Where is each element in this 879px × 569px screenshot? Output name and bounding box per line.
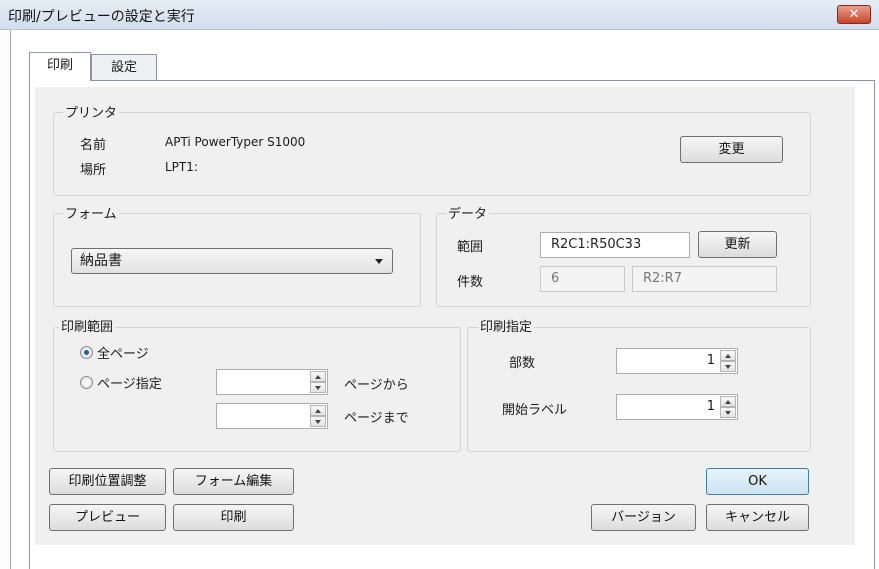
close-icon[interactable]: ✕ — [837, 5, 871, 24]
spin-up-icon[interactable] — [310, 371, 326, 382]
chevron-down-icon — [375, 259, 383, 264]
print-spec-group — [467, 327, 811, 452]
data-count-range-field: R2:R7 — [632, 266, 777, 292]
page-to-suffix: ページまで — [344, 411, 409, 426]
preview-button[interactable]: プレビュー — [49, 504, 166, 531]
version-button[interactable]: バージョン — [591, 504, 696, 531]
data-count-field: 6 — [540, 266, 625, 292]
data-count-label: 件数 — [457, 275, 484, 290]
spin-up-icon[interactable] — [310, 405, 326, 416]
tab-print[interactable]: 印刷 — [29, 52, 91, 81]
print-dialog-window: 印刷/プレビューの設定と実行 ✕ 印刷 設定 プリンタ 名前 APTi Powe… — [0, 0, 879, 569]
page-spec-label[interactable]: ページ指定 — [97, 373, 162, 392]
spin-down-icon[interactable] — [720, 407, 736, 418]
form-group-label: フォーム — [63, 203, 119, 222]
printer-location-label: 場所 — [80, 163, 107, 178]
update-button[interactable]: 更新 — [698, 231, 777, 258]
spin-up-icon[interactable] — [720, 396, 736, 407]
print-spec-group-label: 印刷指定 — [478, 316, 535, 335]
change-printer-button[interactable]: 変更 — [680, 136, 783, 163]
printer-name-value: APTi PowerTyper S1000 — [165, 135, 306, 149]
spin-down-icon[interactable] — [310, 416, 326, 427]
page-from-stepper[interactable] — [216, 369, 328, 395]
printer-name-label: 名前 — [80, 138, 107, 153]
dialog-body: 印刷 設定 プリンタ 名前 APTi PowerTyper S1000 場所 L… — [10, 30, 879, 569]
start-label-value: 1 — [706, 399, 715, 414]
copies-label: 部数 — [509, 356, 536, 371]
spin-down-icon[interactable] — [720, 361, 736, 372]
ok-button[interactable]: OK — [706, 468, 809, 495]
tab-settings[interactable]: 設定 — [91, 54, 157, 81]
copies-value: 1 — [706, 353, 715, 368]
page-from-suffix: ページから — [344, 378, 409, 393]
printer-location-value: LPT1: — [165, 160, 198, 174]
form-select[interactable]: 納品書 — [71, 248, 393, 274]
title-bar: 印刷/プレビューの設定と実行 ✕ — [0, 0, 879, 30]
cancel-button[interactable]: キャンセル — [706, 504, 809, 531]
form-edit-button[interactable]: フォーム編集 — [173, 468, 294, 495]
start-label-stepper[interactable]: 1 — [616, 394, 738, 420]
page-spec-radio[interactable] — [80, 376, 93, 389]
data-group — [436, 213, 811, 307]
copies-stepper[interactable]: 1 — [616, 348, 738, 374]
data-range-input[interactable]: R2C1:R50C33 — [540, 232, 690, 258]
form-select-value: 納品書 — [80, 253, 122, 269]
spin-up-icon[interactable] — [720, 350, 736, 361]
all-pages-radio[interactable] — [80, 346, 93, 359]
printer-group-label: プリンタ — [63, 102, 120, 121]
print-range-group-label: 印刷範囲 — [59, 316, 116, 335]
print-button[interactable]: 印刷 — [173, 504, 294, 531]
start-label-label: 開始ラベル — [502, 403, 568, 418]
page-to-stepper[interactable] — [216, 403, 328, 429]
window-title: 印刷/プレビューの設定と実行 — [8, 9, 195, 25]
data-range-label: 範囲 — [457, 240, 484, 255]
all-pages-label[interactable]: 全ページ — [97, 343, 149, 362]
data-group-label: データ — [446, 203, 490, 222]
print-position-adjust-button[interactable]: 印刷位置調整 — [49, 468, 166, 495]
spin-down-icon[interactable] — [310, 382, 326, 393]
